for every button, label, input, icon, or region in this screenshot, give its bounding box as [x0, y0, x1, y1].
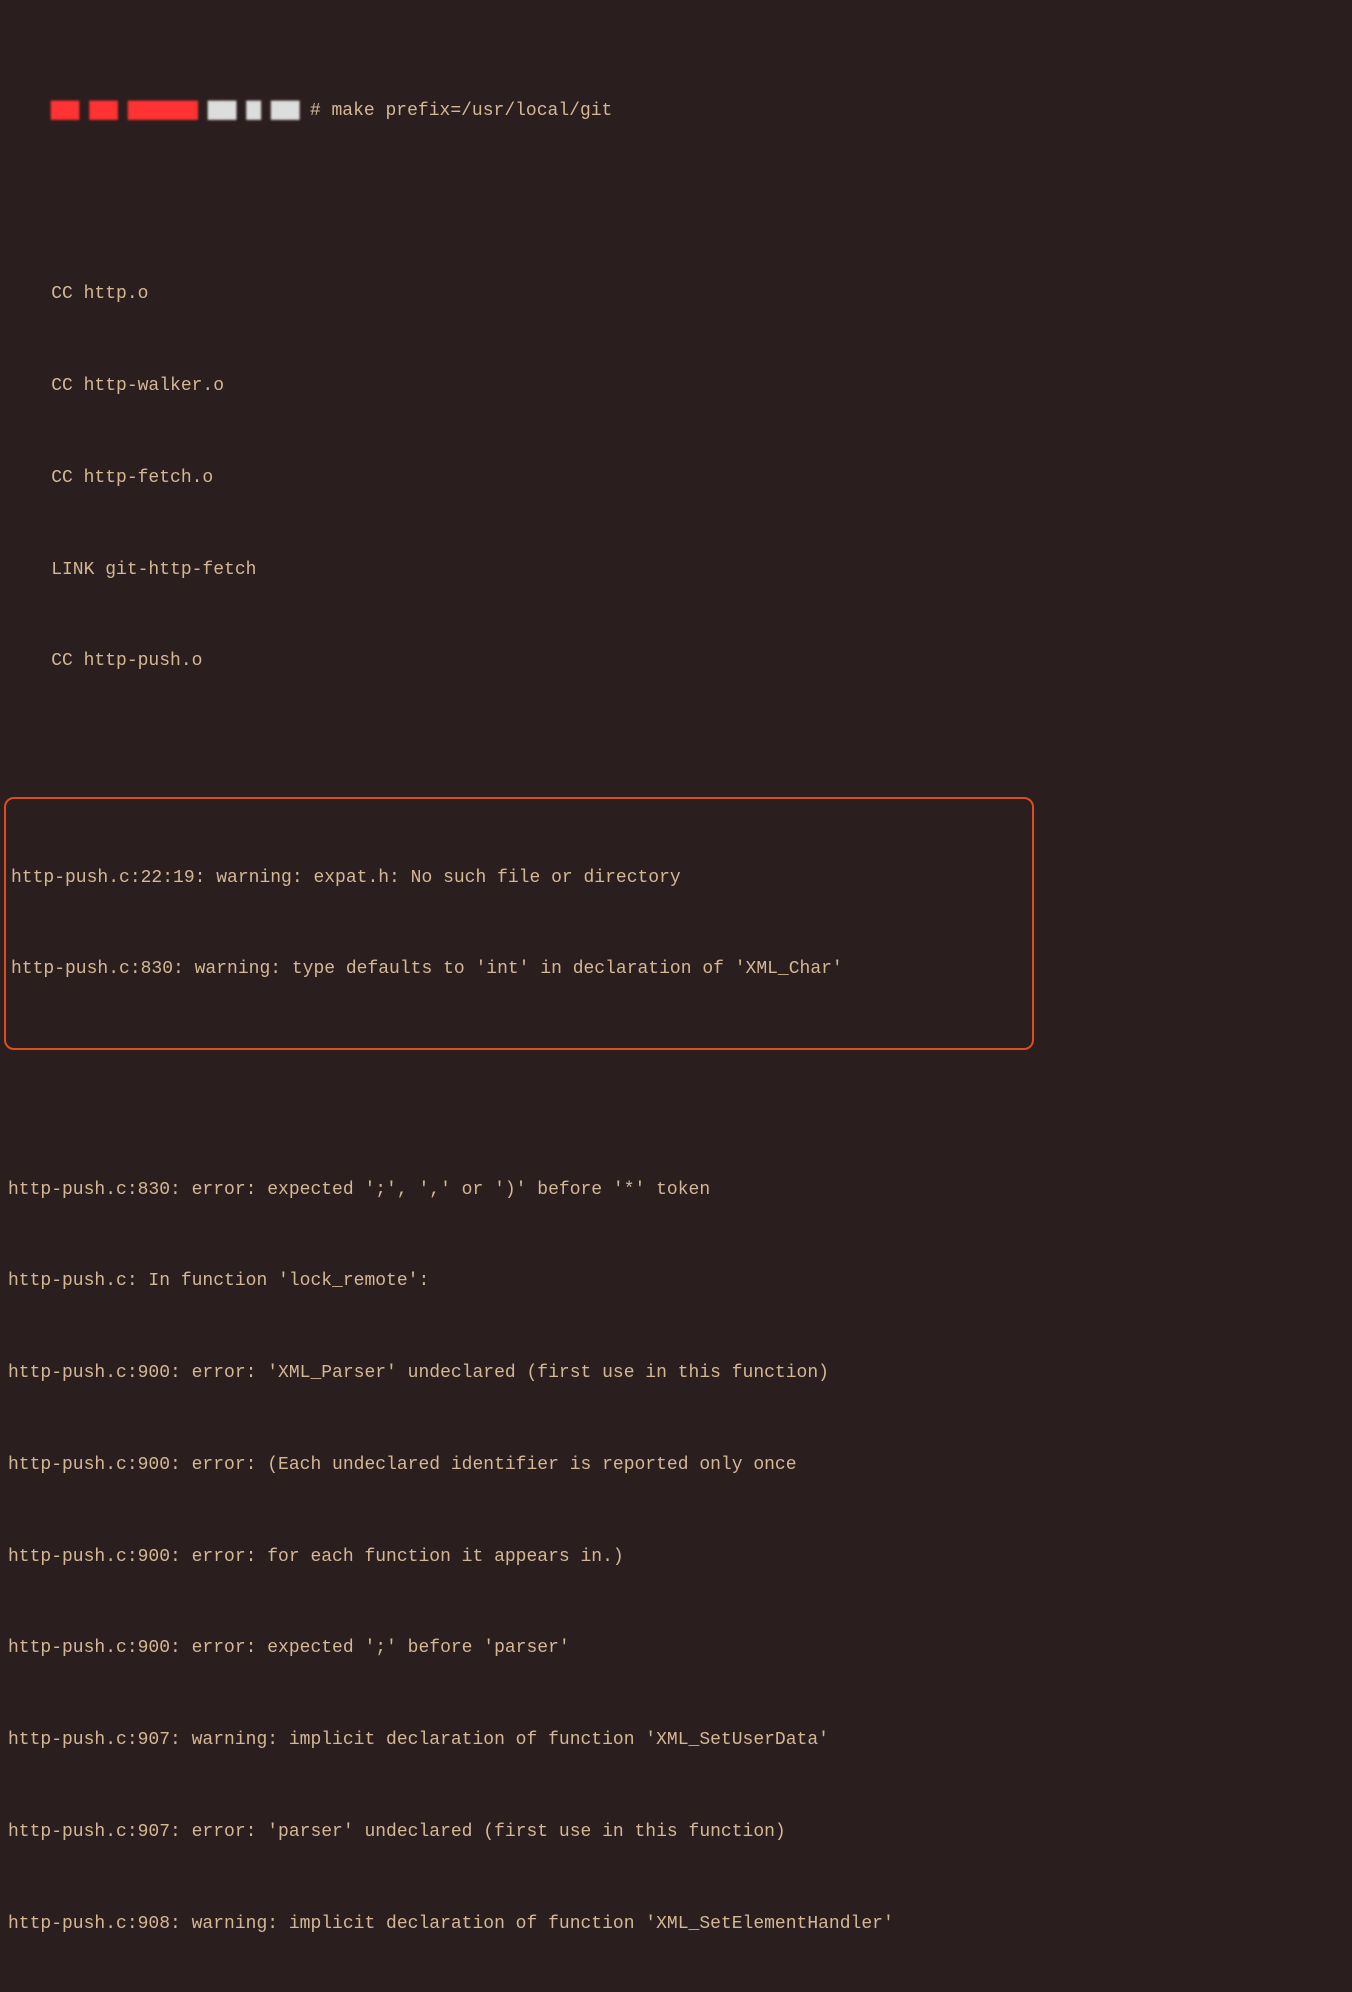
- error-output-block: http-push.c:830: error: expected ';', ',…: [0, 1113, 1352, 1992]
- output-line: http-push.c:907: warning: implicit decla…: [0, 1725, 1352, 1756]
- output-line: http-push.c:900: error: (Each undeclared…: [0, 1450, 1352, 1481]
- compile-line: CC http-push.o: [0, 646, 1352, 677]
- output-line: http-push.c:830: error: expected ';', ',…: [0, 1175, 1352, 1206]
- output-line: http-push.c:900: error: expected ';' bef…: [0, 1633, 1352, 1664]
- output-line: http-push.c: In function 'lock_remote':: [0, 1266, 1352, 1297]
- output-line: http-push.c:908: warning: implicit decla…: [0, 1909, 1352, 1940]
- compile-line: LINK git-http-fetch: [0, 555, 1352, 586]
- prompt-hash: #: [310, 101, 321, 121]
- warning-line: http-push.c:830: warning: type defaults …: [10, 954, 1028, 985]
- output-line: http-push.c:900: error: 'XML_Parser' und…: [0, 1358, 1352, 1389]
- output-line: http-push.c:907: error: 'parser' undecla…: [0, 1817, 1352, 1848]
- terminal-output: ▇▇ ▇▇ ▇▇▇▇▇ ▇▇ ▇ ▇▇ # make prefix=/usr/l…: [0, 4, 1352, 1992]
- command-text: make prefix=/usr/local/git: [332, 101, 613, 121]
- prompt-user-redacted: ▇▇ ▇▇ ▇▇▇▇▇: [51, 101, 197, 121]
- compile-output-block: CC http.o CC http-walker.o CC http-fetch…: [0, 218, 1352, 738]
- output-line: http-push.c:900: error: for each functio…: [0, 1542, 1352, 1573]
- highlighted-warning-box: http-push.c:22:19: warning: expat.h: No …: [4, 797, 1034, 1050]
- warning-line: http-push.c:22:19: warning: expat.h: No …: [10, 863, 1028, 894]
- compile-line: CC http.o: [0, 279, 1352, 310]
- prompt-host-redacted: ▇▇ ▇ ▇▇: [208, 101, 299, 121]
- prompt-line[interactable]: ▇▇ ▇▇ ▇▇▇▇▇ ▇▇ ▇ ▇▇ # make prefix=/usr/l…: [0, 65, 1352, 157]
- compile-line: CC http-walker.o: [0, 371, 1352, 402]
- compile-line: CC http-fetch.o: [0, 463, 1352, 494]
